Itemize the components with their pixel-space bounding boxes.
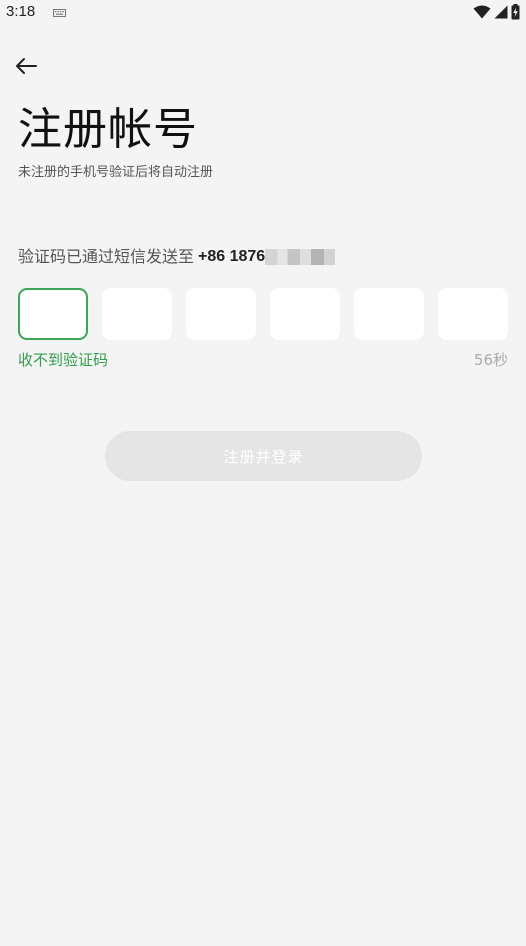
- phone-number: +86 1876: [198, 248, 266, 265]
- code-digit-box-4[interactable]: [270, 288, 340, 340]
- code-digit-box-1[interactable]: [18, 288, 88, 340]
- code-digit-box-6[interactable]: [438, 288, 508, 340]
- register-and-login-button[interactable]: 注册并登录: [105, 431, 422, 481]
- phone-number-redacted: [265, 249, 336, 265]
- wifi-icon: [473, 5, 491, 19]
- status-bar: 3:18: [0, 0, 526, 26]
- cellular-signal-icon: [494, 5, 508, 19]
- verification-code-input[interactable]: [18, 288, 508, 340]
- resend-code-link[interactable]: 收不到验证码: [18, 350, 108, 370]
- page-subtitle: 未注册的手机号验证后将自动注册: [18, 165, 214, 180]
- sms-sent-notice: 验证码已通过短信发送至 +86 1876: [18, 246, 336, 268]
- arrow-left-icon: [16, 58, 37, 74]
- code-digit-box-5[interactable]: [354, 288, 424, 340]
- sms-sent-prefix: 验证码已通过短信发送至: [18, 247, 195, 266]
- resend-countdown: 56秒: [473, 351, 508, 369]
- code-digit-box-3[interactable]: [186, 288, 256, 340]
- code-digit-box-2[interactable]: [102, 288, 172, 340]
- page-title: 注册帐号: [18, 104, 198, 155]
- status-time: 3:18: [6, 3, 36, 20]
- status-icons: [473, 4, 520, 20]
- battery-charging-icon: [511, 4, 520, 20]
- back-button[interactable]: [12, 53, 40, 79]
- keyboard-icon: [53, 9, 66, 17]
